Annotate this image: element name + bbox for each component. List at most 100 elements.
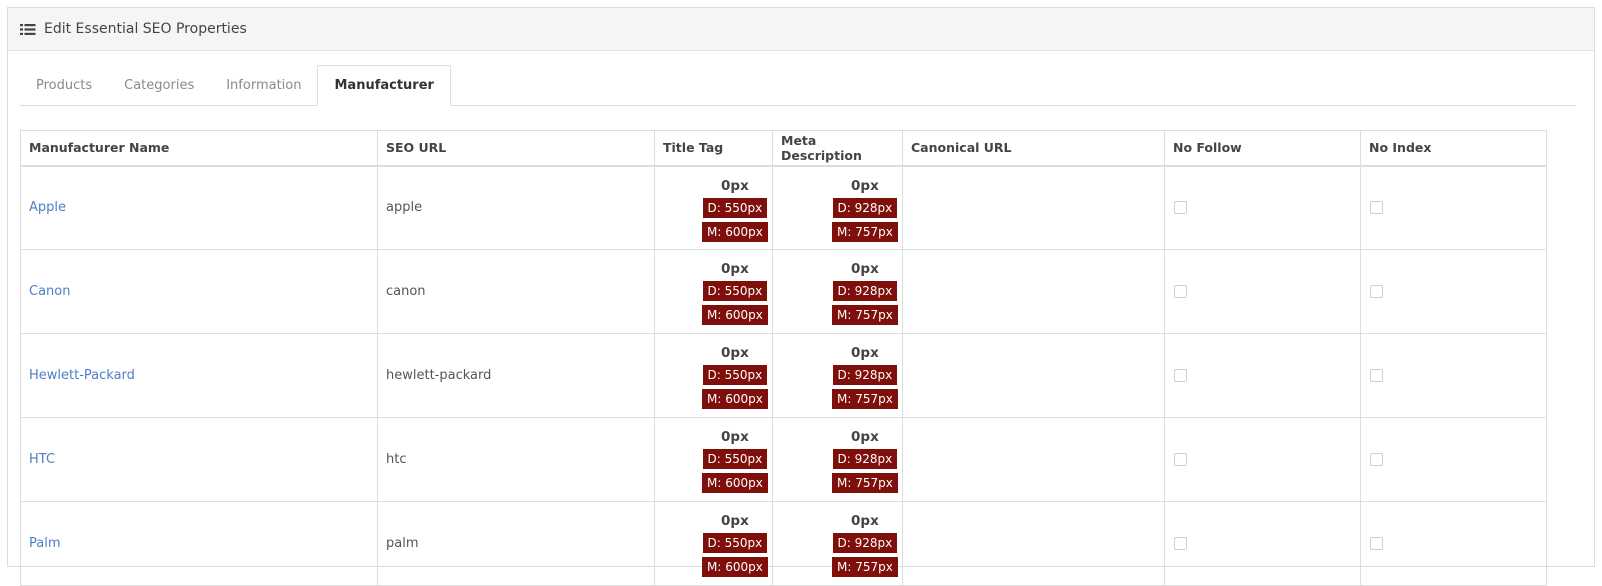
- meta-length-meter: 0px D: 928px M: 757px: [832, 258, 898, 329]
- seo-panel: Edit Essential SEO Properties Products C…: [7, 7, 1595, 586]
- meta-length-meter: 0px D: 928px M: 757px: [832, 175, 898, 246]
- manufacturer-name-cell: Hewlett-Packard: [20, 333, 378, 418]
- no-index-checkbox[interactable]: [1370, 369, 1383, 382]
- no-follow-checkbox[interactable]: [1174, 201, 1187, 215]
- no-follow-cell: [1164, 333, 1361, 418]
- no-follow-checkbox[interactable]: [1174, 369, 1187, 382]
- no-follow-checkbox[interactable]: [1174, 285, 1187, 298]
- title-length-meter: 0px D: 550px M: 600px: [702, 510, 768, 581]
- title-tag-cell[interactable]: 0px D: 550px M: 600px: [654, 333, 773, 418]
- seo-url-cell[interactable]: hewlett-packard: [377, 333, 655, 418]
- manufacturer-name-cell: Palm: [20, 501, 378, 586]
- seo-url-cell[interactable]: apple: [377, 165, 655, 250]
- no-follow-cell: [1164, 417, 1361, 502]
- table-row: Apple apple 0px D: 550px M: 600px 0px D:…: [20, 165, 1547, 250]
- seo-url-cell[interactable]: palm: [377, 501, 655, 586]
- header-title-tag: Title Tag: [654, 130, 773, 167]
- title-tag-cell[interactable]: 0px D: 550px M: 600px: [654, 417, 773, 502]
- title-length-value: 0px: [721, 429, 749, 445]
- meta-mobile-limit-badge: M: 757px: [832, 221, 898, 242]
- panel-body: Products Categories Information Manufact…: [8, 51, 1594, 586]
- canonical-url-cell[interactable]: [902, 165, 1165, 250]
- manufacturer-name-link[interactable]: Canon: [29, 284, 70, 299]
- seo-url-cell[interactable]: htc: [377, 417, 655, 502]
- no-index-checkbox[interactable]: [1370, 201, 1383, 215]
- canonical-url-cell[interactable]: [902, 249, 1165, 334]
- canonical-url-cell[interactable]: [902, 417, 1165, 502]
- meta-description-cell[interactable]: 0px D: 928px M: 757px: [772, 165, 903, 250]
- no-follow-cell: [1164, 501, 1361, 586]
- tab-bar: Products Categories Information Manufact…: [20, 65, 1576, 106]
- header-seo-url: SEO URL: [377, 130, 655, 167]
- manufacturer-name-cell: Apple: [20, 165, 378, 250]
- manufacturer-name-link[interactable]: Hewlett-Packard: [29, 368, 135, 383]
- list-icon: [20, 23, 36, 36]
- manufacturer-name-link[interactable]: HTC: [29, 452, 55, 467]
- meta-desktop-limit-badge: D: 928px: [832, 281, 898, 301]
- title-tag-cell[interactable]: 0px D: 550px M: 600px: [654, 249, 773, 334]
- meta-description-cell[interactable]: 0px D: 928px M: 757px: [772, 417, 903, 502]
- no-index-cell: [1360, 417, 1547, 502]
- tab-products[interactable]: Products: [20, 65, 108, 105]
- meta-mobile-limit-badge: M: 757px: [832, 389, 898, 409]
- table-row: Palm palm 0px D: 550px M: 600px 0px D: 9…: [20, 501, 1547, 586]
- no-index-checkbox[interactable]: [1370, 285, 1383, 298]
- seo-url-cell[interactable]: canon: [377, 249, 655, 334]
- title-desktop-limit-badge: D: 550px: [702, 281, 768, 301]
- title-length-meter: 0px D: 550px M: 600px: [702, 426, 768, 497]
- meta-description-cell[interactable]: 0px D: 928px M: 757px: [772, 333, 903, 418]
- meta-mobile-limit-badge: M: 757px: [832, 473, 898, 493]
- no-index-checkbox[interactable]: [1370, 537, 1383, 550]
- title-tag-cell[interactable]: 0px D: 550px M: 600px: [654, 165, 773, 250]
- manufacturer-name-link[interactable]: Apple: [29, 200, 66, 215]
- meta-length-value: 0px: [851, 261, 879, 277]
- title-tag-cell[interactable]: 0px D: 550px M: 600px: [654, 501, 773, 586]
- meta-length-value: 0px: [851, 429, 879, 445]
- header-no-index: No Index: [1360, 130, 1547, 167]
- no-index-cell: [1360, 501, 1547, 586]
- title-length-value: 0px: [721, 513, 749, 529]
- canonical-url-cell[interactable]: [902, 501, 1165, 586]
- meta-length-meter: 0px D: 928px M: 757px: [832, 426, 898, 497]
- title-length-value: 0px: [721, 261, 749, 277]
- no-follow-cell: [1164, 249, 1361, 334]
- title-desktop-limit-badge: D: 550px: [702, 197, 768, 218]
- meta-mobile-limit-badge: M: 757px: [832, 305, 898, 325]
- meta-length-value: 0px: [851, 513, 879, 529]
- no-index-cell: [1360, 165, 1547, 250]
- no-follow-cell: [1164, 165, 1361, 250]
- meta-desktop-limit-badge: D: 928px: [832, 533, 898, 553]
- manufacturer-name-cell: Canon: [20, 249, 378, 334]
- no-follow-checkbox[interactable]: [1174, 453, 1187, 466]
- no-index-checkbox[interactable]: [1370, 453, 1383, 466]
- title-mobile-limit-badge: M: 600px: [702, 473, 768, 493]
- meta-description-cell[interactable]: 0px D: 928px M: 757px: [772, 501, 903, 586]
- header-manufacturer-name: Manufacturer Name: [20, 130, 378, 167]
- title-desktop-limit-badge: D: 550px: [702, 449, 768, 469]
- title-desktop-limit-badge: D: 550px: [702, 365, 768, 385]
- meta-length-meter: 0px D: 928px M: 757px: [832, 342, 898, 413]
- table-header-row: Manufacturer Name SEO URL Title Tag Meta…: [20, 130, 1547, 167]
- manufacturer-seo-table: Manufacturer Name SEO URL Title Tag Meta…: [20, 130, 1547, 586]
- no-index-cell: [1360, 333, 1547, 418]
- title-length-meter: 0px D: 550px M: 600px: [702, 258, 768, 329]
- title-length-meter: 0px D: 550px M: 600px: [702, 342, 768, 413]
- canonical-url-cell[interactable]: [902, 333, 1165, 418]
- meta-length-value: 0px: [851, 345, 879, 361]
- tab-information[interactable]: Information: [210, 65, 317, 105]
- meta-length-value: 0px: [851, 177, 879, 194]
- manufacturer-name-link[interactable]: Palm: [29, 536, 61, 551]
- title-mobile-limit-badge: M: 600px: [702, 305, 768, 325]
- tab-manufacturer[interactable]: Manufacturer: [317, 65, 451, 106]
- title-mobile-limit-badge: M: 600px: [702, 389, 768, 409]
- title-length-value: 0px: [721, 345, 749, 361]
- meta-description-cell[interactable]: 0px D: 928px M: 757px: [772, 249, 903, 334]
- manufacturer-name-cell: HTC: [20, 417, 378, 502]
- panel-heading: Edit Essential SEO Properties: [8, 8, 1594, 51]
- no-index-cell: [1360, 249, 1547, 334]
- meta-desktop-limit-badge: D: 928px: [832, 197, 898, 218]
- tab-categories[interactable]: Categories: [108, 65, 210, 105]
- meta-desktop-limit-badge: D: 928px: [832, 365, 898, 385]
- title-mobile-limit-badge: M: 600px: [702, 221, 768, 242]
- no-follow-checkbox[interactable]: [1174, 537, 1187, 550]
